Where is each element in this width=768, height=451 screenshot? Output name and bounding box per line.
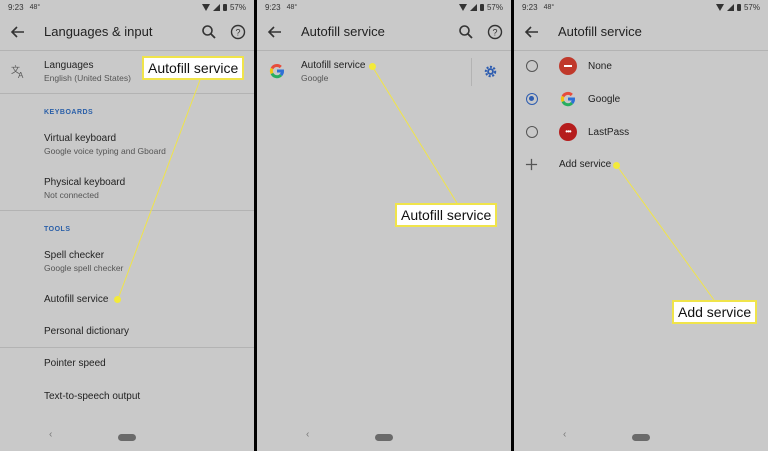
back-arrow-icon[interactable] bbox=[267, 24, 283, 40]
callout-label: Autofill service bbox=[395, 203, 498, 227]
app-bar: Autofill service bbox=[514, 14, 768, 50]
google-logo-icon bbox=[269, 63, 284, 79]
battery-percent: 57% bbox=[229, 2, 246, 12]
divider bbox=[0, 210, 254, 211]
battery-icon bbox=[222, 3, 227, 11]
status-time: 9:23 bbox=[522, 2, 538, 12]
none-icon bbox=[559, 57, 577, 75]
nav-home-button[interactable] bbox=[118, 434, 136, 441]
nav-back-button[interactable]: ‹ bbox=[563, 429, 566, 440]
signal-icon bbox=[726, 3, 734, 11]
wifi-icon bbox=[458, 3, 467, 11]
languages-sub: English (United States) bbox=[44, 73, 131, 83]
callout-dot bbox=[369, 63, 376, 70]
nav-bar: ‹ bbox=[514, 423, 768, 451]
nav-back-button[interactable]: ‹ bbox=[306, 429, 309, 440]
spell-checker-sub: Google spell checker bbox=[44, 263, 124, 273]
wifi-icon bbox=[715, 3, 724, 11]
battery-icon bbox=[479, 3, 484, 11]
languages-title: Languages bbox=[44, 60, 94, 71]
option-google-label: Google bbox=[588, 94, 621, 105]
plus-icon bbox=[525, 158, 538, 171]
nav-home-button[interactable] bbox=[632, 434, 650, 441]
search-icon[interactable] bbox=[201, 24, 217, 40]
option-none-label: None bbox=[588, 61, 612, 72]
autofill-service-sub: Google bbox=[301, 73, 329, 83]
callout-dot bbox=[114, 296, 121, 303]
battery-percent: 57% bbox=[486, 2, 503, 12]
callout-dot bbox=[613, 162, 620, 169]
callout-label: Autofill service bbox=[142, 56, 245, 80]
nav-bar: ‹ bbox=[0, 423, 254, 451]
app-bar: Languages & input ? bbox=[0, 14, 254, 50]
signal-icon bbox=[212, 3, 220, 11]
autofill-service-title: Autofill service bbox=[301, 60, 366, 71]
help-icon[interactable]: ? bbox=[230, 24, 246, 40]
spell-checker-title: Spell checker bbox=[44, 250, 105, 261]
tts-output-item[interactable]: Text-to-speech output bbox=[44, 391, 140, 402]
physical-keyboard-title: Physical keyboard bbox=[44, 177, 126, 188]
help-icon[interactable]: ? bbox=[487, 24, 503, 40]
status-weather: 48° bbox=[286, 3, 298, 11]
lastpass-icon: ••• bbox=[559, 123, 577, 141]
languages-input-screen: 9:23 48° 57% Languages & input ? 文A Lang… bbox=[0, 0, 254, 451]
pointer-speed-item[interactable]: Pointer speed bbox=[44, 358, 106, 369]
callout-leader-line bbox=[616, 165, 715, 301]
tools-header: TOOLS bbox=[44, 226, 71, 233]
back-arrow-icon[interactable] bbox=[10, 24, 26, 40]
divider bbox=[0, 93, 254, 94]
back-arrow-icon[interactable] bbox=[524, 24, 540, 40]
status-time: 9:23 bbox=[8, 2, 24, 12]
keyboards-header: KEYBOARDS bbox=[44, 109, 94, 116]
settings-gear-icon[interactable] bbox=[483, 64, 498, 79]
status-bar: 9:23 48° 57% bbox=[257, 0, 511, 14]
status-bar: 9:23 48° 57% bbox=[514, 0, 768, 14]
nav-back-button[interactable]: ‹ bbox=[49, 429, 52, 440]
battery-percent: 57% bbox=[743, 2, 760, 12]
battery-icon bbox=[736, 3, 741, 11]
divider bbox=[514, 50, 768, 51]
nav-bar: ‹ bbox=[257, 423, 511, 451]
autofill-service-picker-screen: 9:23 48° 57% Autofill service None Googl… bbox=[514, 0, 768, 451]
autofill-service-item[interactable]: Autofill service bbox=[44, 294, 108, 305]
callout-label: Add service bbox=[672, 300, 758, 324]
add-service-label: Add service bbox=[559, 159, 612, 170]
status-weather: 48° bbox=[29, 3, 41, 11]
virtual-keyboard-sub: Google voice typing and Gboard bbox=[44, 146, 166, 156]
autofill-service-screen: 9:23 48° 57% Autofill service ? Autofill… bbox=[257, 0, 511, 451]
page-title: Languages & input bbox=[44, 24, 153, 39]
divider bbox=[257, 50, 511, 51]
nav-home-button[interactable] bbox=[375, 434, 393, 441]
svg-text:A: A bbox=[18, 71, 24, 79]
option-lastpass-label: LastPass bbox=[588, 127, 630, 138]
divider bbox=[0, 50, 254, 51]
vertical-divider bbox=[471, 58, 472, 86]
page-title: Autofill service bbox=[558, 24, 642, 39]
page-title: Autofill service bbox=[301, 24, 385, 39]
signal-icon bbox=[469, 3, 477, 11]
status-bar: 9:23 48° 57% bbox=[0, 0, 254, 14]
status-time: 9:23 bbox=[265, 2, 281, 12]
radio-none[interactable] bbox=[526, 60, 538, 72]
svg-text:?: ? bbox=[235, 28, 240, 38]
physical-keyboard-sub: Not connected bbox=[44, 190, 99, 200]
personal-dictionary-item[interactable]: Personal dictionary bbox=[44, 326, 129, 337]
radio-lastpass[interactable] bbox=[526, 126, 538, 138]
radio-google[interactable] bbox=[526, 93, 538, 105]
virtual-keyboard-title: Virtual keyboard bbox=[44, 133, 117, 144]
translate-icon: 文A bbox=[11, 64, 24, 79]
wifi-icon bbox=[201, 3, 210, 11]
status-weather: 48° bbox=[543, 3, 555, 11]
search-icon[interactable] bbox=[458, 24, 474, 40]
google-logo-icon bbox=[560, 91, 575, 107]
svg-text:?: ? bbox=[492, 28, 497, 38]
app-bar: Autofill service ? bbox=[257, 14, 511, 50]
divider bbox=[0, 347, 254, 348]
